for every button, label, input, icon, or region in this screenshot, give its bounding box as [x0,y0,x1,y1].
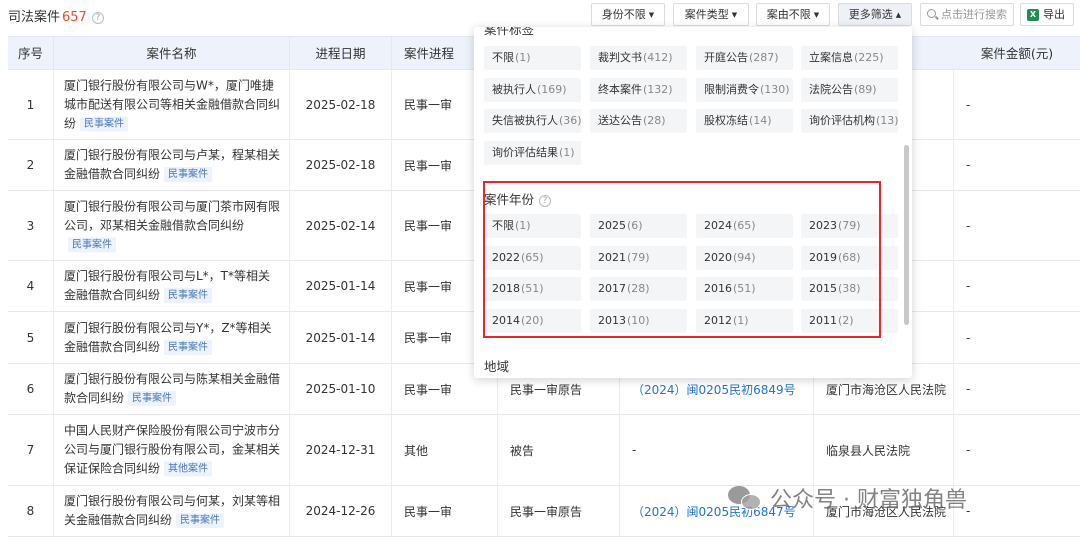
case-name-cell: 中国人民财产保险股份有限公司宁波市分公司与厦门银行股份有限公司，金某相关保证保险… [54,415,290,485]
progress-date: 2025-01-10 [290,364,392,414]
case-count: 657 [62,10,87,25]
row-number: 6 [8,364,54,414]
row-number: 1 [8,70,54,139]
progress-date: 2025-01-14 [290,312,392,363]
tag-section-title: 案件标签 [484,27,535,37]
year-highlight-box [483,181,881,338]
export-button[interactable]: X 导出 [1020,3,1074,26]
region-section-title: 地域 [484,359,510,374]
case-amount: - [966,218,971,233]
case-amount: - [966,443,971,457]
case-type-tag: 民事案件 [164,339,213,355]
progress-date: 2024-12-31 [290,415,392,485]
case-type-tag: 民事案件 [176,513,225,528]
progress-date: 2025-02-18 [290,140,392,190]
progress-date: 2025-02-18 [290,70,392,139]
case-number-link: - [620,415,814,485]
case-type-tag: 其他案件 [164,461,213,477]
filter-identity-button[interactable]: 身份不限 ▼ [591,3,665,26]
court-name: 临泉县人民法院 [814,415,954,485]
row-number: 4 [8,261,54,311]
filter-cause-button[interactable]: 案由不限 ▼ [756,3,830,26]
case-amount: - [966,504,971,518]
section-title-label: 司法案件 [8,10,61,25]
tag-filter-option[interactable]: 送达公告(28) [590,109,687,133]
caret-down-icon: ▼ [813,11,820,19]
toolbar: 司法案件 657? 身份不限 ▼ 案件类型 ▼ 案由不限 ▼ 更多筛选 ▲ 点击进行搜索 … [0,0,1080,30]
section-title: 司法案件 657? [8,6,104,25]
tag-filter-option[interactable]: 询价评估结果(1) [484,140,581,165]
progress-date: 2025-02-14 [290,191,392,260]
table-row[interactable]: 7 中国人民财产保险股份有限公司宁波市分公司与厦门银行股份有限公司，金某相关保证保… [8,415,1080,486]
column-header-date: 进程日期 [290,37,392,71]
column-header-name: 案件名称 [54,37,290,71]
more-filters-button[interactable]: 更多筛选 ▲ [838,3,912,26]
excel-icon: X [1027,9,1039,21]
case-stage: 其他 [392,415,498,485]
tag-filter-option[interactable]: 被执行人(169) [484,77,581,102]
help-icon[interactable]: ? [91,12,104,24]
caret-up-icon: ▲ [895,11,902,19]
case-name-cell: 厦门银行股份有限公司与何某，刘某等相关金融借款合同纠纷 民事案件 [54,486,290,536]
row-number: 7 [8,415,54,485]
column-header-amount: 案件金额(元) [980,46,1054,61]
case-type-tag: 民事案件 [80,116,129,131]
tag-filter-option[interactable]: 不限(1) [484,46,581,70]
filter-case-type-button[interactable]: 案件类型 ▼ [673,3,749,26]
case-amount: - [966,158,971,172]
tag-filter-option[interactable]: 开庭公告(287) [696,46,793,70]
row-number: 8 [8,486,54,536]
case-amount: - [966,330,971,345]
case-amount: - [966,382,971,396]
tag-filter-option[interactable]: 立案信息(225) [801,46,898,70]
case-type-tag: 民事案件 [164,167,213,182]
case-name-cell: 厦门银行股份有限公司与W*，厦门唯捷城市配送有限公司等相关金融借款合同纠纷 民事案… [54,70,290,139]
party-role: 被告 [498,415,620,485]
case-name-cell: 厦门银行股份有限公司与Y*，Z*等相关金融借款合同纠纷 民事案件 [54,312,290,363]
case-name-link[interactable]: 厦门银行股份有限公司与厦门茶市网有限公司，邓某相关金融借款合同纠纷 [64,199,280,232]
tag-filter-option[interactable]: 股权冻结(14) [696,109,793,133]
party-role: 民事一审原告 [498,486,620,536]
case-type-tag: 民事案件 [68,237,116,252]
caret-down-icon: ▼ [648,11,655,19]
case-name-cell: 厦门银行股份有限公司与厦门茶市网有限公司，邓某相关金融借款合同纠纷民事案件 [54,191,290,260]
tag-filter-option[interactable]: 法院公告(89) [801,77,898,102]
panel-scrollbar[interactable] [904,145,909,325]
case-name-cell: 厦门银行股份有限公司与陈某相关金融借款合同纠纷 民事案件 [54,364,290,414]
progress-date: 2024-12-26 [290,486,392,536]
case-name-link[interactable]: 厦门银行股份有限公司与何某，刘某等相关金融借款合同纠纷 [64,494,280,527]
case-type-tag: 民事案件 [128,391,177,406]
case-stage: 民事一审 [392,486,498,536]
search-icon [927,9,936,18]
case-name-cell: 厦门银行股份有限公司与L*，T*等相关金融借款合同纠纷 民事案件 [54,261,290,311]
watermark: 公众号 · 财富独角兽 [728,478,967,518]
tag-filter-option[interactable]: 限制消费令(130) [696,77,793,102]
tag-filter-option[interactable]: 失信被执行人(36) [484,109,581,133]
tag-filter-option[interactable]: 询价评估机构(13) [801,109,898,133]
case-type-tag: 民事案件 [164,288,213,303]
progress-date: 2025-01-14 [290,261,392,311]
case-amount: - [966,279,971,293]
search-input[interactable]: 点击进行搜索 [920,3,1014,26]
tag-filter-option[interactable]: 裁判文书(412) [590,46,687,70]
case-amount: - [966,97,971,112]
row-number: 3 [8,191,54,260]
row-number: 2 [8,140,54,190]
column-header-no: 序号 [8,37,54,71]
tag-filter-option[interactable]: 终本案件(132) [590,77,687,102]
wechat-icon [728,484,762,512]
caret-down-icon: ▼ [731,11,738,19]
row-number: 5 [8,312,54,363]
case-name-cell: 厦门银行股份有限公司与卢某，程某相关金融借款合同纠纷 民事案件 [54,140,290,190]
